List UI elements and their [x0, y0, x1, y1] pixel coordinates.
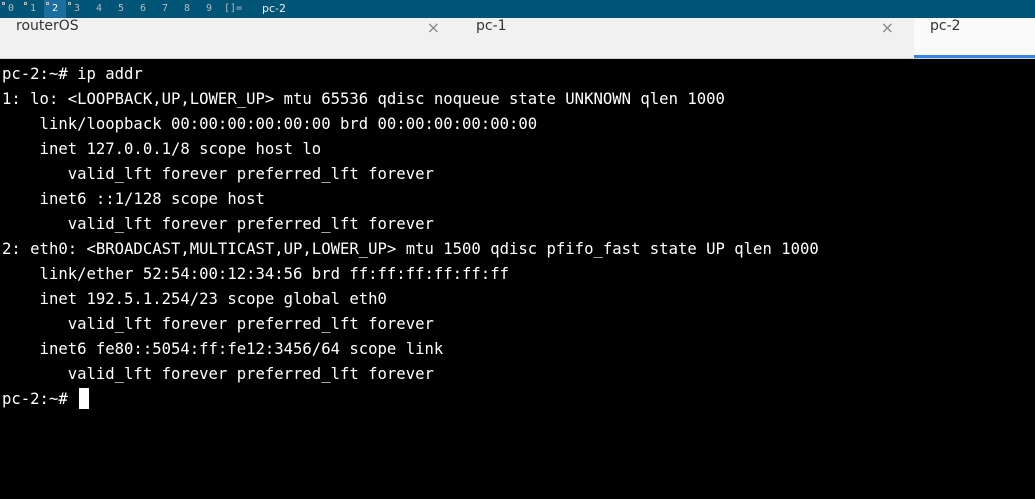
tag-3[interactable]: 3 — [66, 0, 88, 18]
status-bar: 0 1 2 3 4 5 6 7 8 9 []= pc-2 — [0, 0, 1035, 18]
tab-pc-1[interactable]: pc-1 × — [460, 18, 906, 58]
tab-pc-2[interactable]: pc-2 — [914, 18, 1035, 58]
tag-label: 5 — [117, 3, 125, 14]
terminal-line: 2: eth0: <BROADCAST,MULTICAST,UP,LOWER_U… — [2, 240, 819, 258]
tag-2[interactable]: 2 — [44, 0, 66, 18]
terminal-line: inet 192.5.1.254/23 scope global eth0 — [2, 290, 387, 308]
occupied-indicator-icon — [68, 2, 71, 5]
tag-7[interactable]: 7 — [154, 0, 176, 18]
tag-1[interactable]: 1 — [22, 0, 44, 18]
tag-9[interactable]: 9 — [198, 0, 220, 18]
tab-label: routerOS — [16, 18, 79, 34]
tag-label: 3 — [73, 3, 81, 14]
tab-routeros[interactable]: routerOS × — [0, 18, 452, 58]
window-title: pc-2 — [262, 2, 286, 15]
close-icon[interactable]: × — [881, 18, 894, 37]
tag-label: 0 — [7, 3, 15, 14]
tag-label: 2 — [51, 3, 59, 14]
tag-list: 0 1 2 3 4 5 6 7 8 9 — [0, 0, 220, 18]
tag-0[interactable]: 0 — [0, 0, 22, 18]
tag-8[interactable]: 8 — [176, 0, 198, 18]
tag-5[interactable]: 5 — [110, 0, 132, 18]
terminal-line: valid_lft forever preferred_lft forever — [2, 215, 434, 233]
terminal-line: valid_lft forever preferred_lft forever — [2, 315, 434, 333]
tag-label: 6 — [139, 3, 147, 14]
tag-label: 7 — [161, 3, 169, 14]
terminal-line: link/loopback 00:00:00:00:00:00 brd 00:0… — [2, 115, 538, 133]
terminal-line: link/ether 52:54:00:12:34:56 brd ff:ff:f… — [2, 265, 509, 283]
terminal-line: pc-2:~# ip addr — [2, 65, 143, 83]
tag-label: 8 — [183, 3, 191, 14]
prompt-line[interactable]: pc-2:~# — [2, 387, 1033, 412]
tab-label: pc-2 — [930, 18, 961, 34]
occupied-indicator-icon — [24, 2, 27, 5]
layout-indicator[interactable]: []= — [224, 0, 242, 18]
terminal-line: 1: lo: <LOOPBACK,UP,LOWER_UP> mtu 65536 … — [2, 90, 725, 108]
terminal-line: inet 127.0.0.1/8 scope host lo — [2, 140, 322, 158]
terminal-line: inet6 fe80::5054:ff:fe12:3456/64 scope l… — [2, 340, 444, 358]
tag-label: 1 — [29, 3, 37, 14]
tag-label: 9 — [205, 3, 213, 14]
occupied-indicator-icon — [2, 2, 5, 5]
terminal-output[interactable]: pc-2:~# ip addr 1: lo: <LOOPBACK,UP,LOWE… — [2, 62, 1033, 499]
terminal-line: valid_lft forever preferred_lft forever — [2, 165, 434, 183]
occupied-indicator-icon — [46, 2, 49, 5]
tag-label: 4 — [95, 3, 103, 14]
tab-label: pc-1 — [476, 18, 507, 34]
tab-bar: routerOS × pc-1 × pc-2 — [0, 18, 1035, 59]
shell-prompt: pc-2:~# — [2, 390, 78, 408]
terminal-line: valid_lft forever preferred_lft forever — [2, 365, 434, 383]
tag-6[interactable]: 6 — [132, 0, 154, 18]
terminal-line: inet6 ::1/128 scope host — [2, 190, 265, 208]
close-icon[interactable]: × — [427, 18, 440, 37]
text-cursor — [79, 388, 90, 409]
tag-4[interactable]: 4 — [88, 0, 110, 18]
